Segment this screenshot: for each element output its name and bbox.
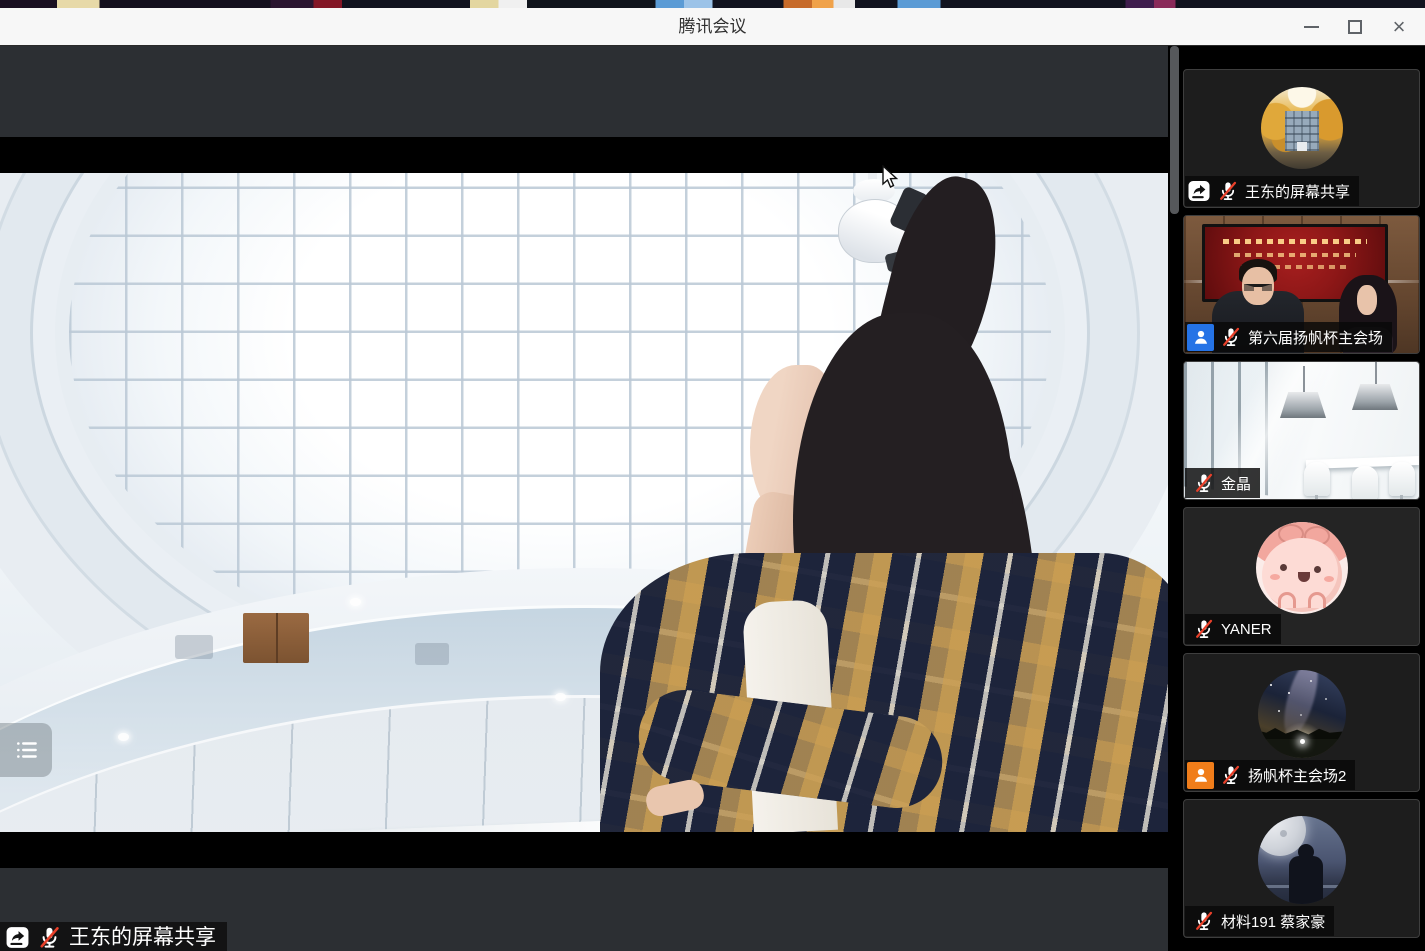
banner-text-line bbox=[1223, 239, 1367, 244]
ceiling-light bbox=[350, 598, 361, 606]
mic-muted-icon bbox=[1193, 472, 1215, 494]
avatar bbox=[1261, 87, 1343, 169]
cohost-badge bbox=[1187, 762, 1214, 789]
minimize-button[interactable] bbox=[1289, 8, 1333, 46]
avatar-blush bbox=[1324, 576, 1334, 582]
ceiling-vent bbox=[175, 635, 213, 659]
sidebar-scrollbar[interactable] bbox=[1170, 46, 1179, 214]
minimize-icon bbox=[1304, 26, 1319, 28]
participant-label: 扬帆杯主会场2 bbox=[1185, 760, 1355, 790]
participant-tile[interactable]: 材料191 蔡家豪 bbox=[1183, 799, 1420, 938]
moon-crater bbox=[1280, 830, 1287, 837]
avatar-hand bbox=[1308, 592, 1326, 608]
mic-muted-icon bbox=[37, 925, 62, 950]
ceiling-vent bbox=[415, 643, 449, 665]
participant-name: 第六届扬帆杯主会场 bbox=[1248, 327, 1383, 348]
presenter-name: 王东的屏幕共享 bbox=[69, 925, 216, 951]
person-icon bbox=[1192, 766, 1210, 784]
tencent-meeting-window: 腾讯会议 × bbox=[0, 0, 1425, 951]
flashlight-glow bbox=[1300, 739, 1305, 744]
shared-screen-stage: 王东的屏幕共享 bbox=[0, 46, 1168, 951]
participant-tiles: 王东的屏幕共享 bbox=[1183, 69, 1420, 938]
ceiling-light bbox=[118, 733, 129, 741]
avatar bbox=[1256, 522, 1348, 614]
mic-muted-icon bbox=[1193, 618, 1215, 640]
mic-muted-icon bbox=[1217, 180, 1239, 202]
titlebar: 腾讯会议 × bbox=[0, 8, 1425, 46]
participant-tile[interactable]: 金晶 bbox=[1183, 361, 1420, 500]
participant-name: 王东的屏幕共享 bbox=[1245, 181, 1350, 202]
chair bbox=[1352, 466, 1378, 500]
avatar-eye bbox=[1314, 566, 1321, 573]
list-icon bbox=[14, 737, 40, 763]
avatar-eye bbox=[1280, 564, 1287, 571]
person-silhouette-body bbox=[1289, 856, 1323, 904]
screen-share-icon bbox=[1187, 179, 1211, 203]
close-button[interactable]: × bbox=[1377, 8, 1421, 46]
presenter-woman-face bbox=[1357, 285, 1377, 315]
wooden-door bbox=[243, 613, 309, 663]
participant-tile[interactable]: 扬帆杯主会场2 bbox=[1183, 653, 1420, 792]
participant-name: 金晶 bbox=[1221, 473, 1251, 494]
person-icon bbox=[1192, 328, 1210, 346]
presenter-label: 王东的屏幕共享 bbox=[0, 922, 227, 951]
participant-tile[interactable]: 第六届扬帆杯主会场 bbox=[1183, 215, 1420, 354]
participant-label: 金晶 bbox=[1185, 468, 1260, 498]
stars bbox=[1270, 684, 1272, 686]
participant-tile[interactable]: YANER bbox=[1183, 507, 1420, 646]
presenter-man-glasses bbox=[1244, 284, 1272, 291]
participant-label: YANER bbox=[1185, 614, 1281, 644]
avatar-building bbox=[1285, 111, 1319, 151]
milky-way bbox=[1277, 670, 1324, 740]
participants-sidebar: 王东的屏幕共享 bbox=[1168, 46, 1425, 951]
pendant-lamp bbox=[1352, 384, 1398, 410]
participant-label: 材料191 蔡家豪 bbox=[1185, 906, 1334, 936]
maximize-icon bbox=[1348, 20, 1362, 34]
participant-name: 材料191 蔡家豪 bbox=[1221, 911, 1325, 932]
avatar-face bbox=[1262, 538, 1342, 612]
ceiling-light bbox=[555, 693, 566, 701]
shared-screen-frame bbox=[0, 137, 1168, 868]
avatar-blush bbox=[1270, 574, 1280, 580]
participant-list-button[interactable] bbox=[0, 723, 52, 777]
chair bbox=[1389, 462, 1415, 496]
maximize-button[interactable] bbox=[1333, 8, 1377, 46]
mic-muted-icon bbox=[1220, 764, 1242, 786]
participant-name: YANER bbox=[1221, 621, 1272, 638]
shared-video-content bbox=[0, 173, 1168, 832]
participant-label: 第六届扬帆杯主会场 bbox=[1185, 322, 1392, 352]
window-title: 腾讯会议 bbox=[0, 8, 1425, 46]
participant-name: 扬帆杯主会场2 bbox=[1248, 765, 1346, 786]
participant-tile[interactable]: 王东的屏幕共享 bbox=[1183, 69, 1420, 208]
mouse-cursor bbox=[882, 165, 899, 189]
screen-share-icon bbox=[5, 925, 30, 950]
moon-crater bbox=[1284, 816, 1289, 819]
pendant-lamp bbox=[1280, 392, 1326, 418]
participant-label: 王东的屏幕共享 bbox=[1185, 176, 1359, 206]
close-icon: × bbox=[1393, 16, 1406, 38]
banner-text-line bbox=[1234, 253, 1356, 257]
avatar bbox=[1258, 816, 1346, 904]
chair bbox=[1304, 462, 1330, 496]
background-apps-sliver bbox=[0, 0, 1425, 8]
host-badge bbox=[1187, 324, 1214, 351]
moon-crater bbox=[1264, 818, 1273, 827]
mic-muted-icon bbox=[1193, 910, 1215, 932]
avatar-hand bbox=[1278, 592, 1296, 608]
mic-muted-icon bbox=[1220, 326, 1242, 348]
avatar bbox=[1258, 670, 1346, 758]
window-controls: × bbox=[1289, 8, 1421, 46]
avatar-mouth bbox=[1298, 572, 1310, 582]
